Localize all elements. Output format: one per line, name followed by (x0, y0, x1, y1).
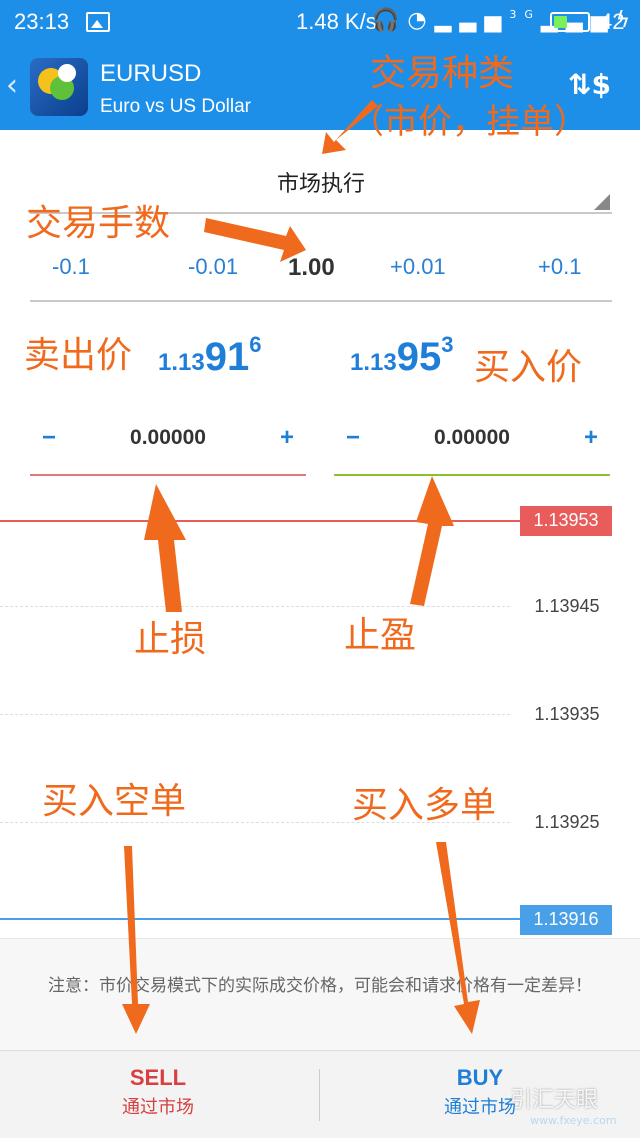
volume-minus-0.01-button[interactable]: -0.01 (188, 254, 238, 280)
ask-price-tag: 1.13916 (520, 905, 612, 935)
sell-price-prefix: 1.13 (158, 349, 205, 376)
buy-price-prefix: 1.13 (350, 349, 397, 376)
buy-price-point: 3 (441, 332, 454, 357)
take-profit-field[interactable]: − 0.00000 + (334, 418, 610, 476)
annotation-buy-order: 买入多单 (352, 785, 497, 826)
watermark: 引汇天眼 www.fxeye.com (510, 1082, 617, 1127)
gallery-notification-icon (86, 12, 110, 32)
volume-plus-0.01-button[interactable]: +0.01 (390, 254, 446, 280)
price-level-label: 1.13945 (534, 596, 600, 616)
back-icon[interactable]: ‹ (6, 68, 18, 103)
volume-minus-0.1-button[interactable]: -0.1 (52, 254, 90, 280)
order-type-value: 市场执行 (276, 172, 365, 197)
status-icons: 🎧◔▂▃▅3G▂▃▅ϟ (372, 8, 638, 33)
symbol-logo (30, 58, 88, 116)
signal-icon: ▂▃▅ (434, 8, 510, 33)
stop-loss-field[interactable]: − 0.00000 + (30, 418, 306, 476)
sell-price: 1.13916 (158, 332, 261, 380)
battery-icon (550, 12, 590, 32)
symbol-switch-icon[interactable]: ⇅$ (568, 68, 611, 101)
sell-sublabel: 通过市场 (122, 1097, 194, 1117)
dropdown-icon (594, 194, 610, 210)
annotation-buy-price: 买入价 (474, 347, 583, 388)
annotation-stop-loss: 止损 (134, 619, 207, 660)
stop-loss-plus-button[interactable]: + (280, 424, 294, 452)
network-speed: 1.48 K/s (296, 9, 377, 34)
buy-price: 1.13953 (350, 332, 453, 380)
sell-label: SELL (129, 1065, 187, 1090)
annotation-order-type: 交易种类 (370, 53, 515, 94)
sell-button[interactable]: SELL 通过市场 (58, 1065, 258, 1119)
volume-plus-0.1-button[interactable]: +0.1 (538, 254, 581, 280)
status-bar: 23:13 1.48 K/s 🎧◔▂▃▅3G▂▃▅ϟ 42 (0, 0, 640, 46)
ask-line (0, 918, 520, 920)
take-profit-value[interactable]: 0.00000 (334, 426, 610, 450)
network-type: 3G (509, 8, 541, 21)
price-level-label: 1.13925 (534, 812, 600, 832)
annotation-take-profit: 止盈 (344, 615, 417, 656)
volume-value[interactable]: 1.00 (288, 254, 335, 282)
symbol-name: EURUSD (100, 60, 202, 87)
sell-price-main: 91 (204, 335, 250, 379)
buy-price-main: 95 (396, 335, 442, 379)
volume-control: -0.1 -0.01 1.00 +0.01 +0.1 (30, 246, 612, 302)
take-profit-plus-button[interactable]: + (584, 424, 598, 452)
grid-line (0, 606, 510, 607)
tick-chart: 1.13953 1.13945 1.13935 1.13925 1.13916 (0, 500, 640, 940)
price-level-label: 1.13935 (534, 704, 600, 724)
annotation-sell-price: 卖出价 (24, 335, 133, 376)
annotation-sell-order: 买入空单 (42, 781, 187, 822)
symbol-description: Euro vs US Dollar (100, 96, 251, 117)
sell-price-point: 6 (249, 332, 262, 357)
divider (319, 1069, 320, 1121)
headphones-icon: 🎧 (372, 8, 408, 33)
execution-note: 注意：市价交易模式下的实际成交价格，可能会和请求价格有一定差异！ (0, 938, 640, 1050)
clock: 23:13 (14, 9, 70, 34)
battery-percent: 42 (600, 9, 625, 34)
watermark-text: 引汇天眼 (510, 1088, 599, 1113)
wifi-icon: ◔ (407, 8, 435, 33)
annotation-order-type-detail: （市价，挂单） (350, 102, 588, 142)
grid-line (0, 714, 510, 715)
watermark-url: www.fxeye.com (530, 1114, 617, 1127)
battery-level (554, 16, 568, 28)
bid-line (0, 520, 520, 522)
stop-loss-value[interactable]: 0.00000 (30, 426, 306, 450)
bid-price-tag: 1.13953 (520, 506, 612, 536)
annotation-volume: 交易手数 (26, 203, 171, 244)
